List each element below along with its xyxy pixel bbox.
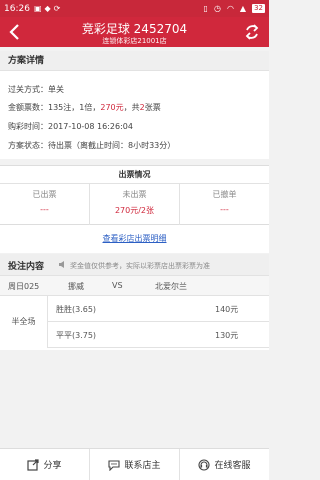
buy-time: 购彩时间：2017-10-08 16:26:04 bbox=[8, 122, 133, 131]
amount-suffix: 张票 bbox=[144, 103, 161, 112]
cancelled-value: --- bbox=[220, 205, 229, 214]
bet-content-card: 投注内容 奖金值仅供参考，实际以彩票店出票彩票为准 周日025 挪威 VS 北爱… bbox=[0, 254, 269, 350]
cancelled-label: 已撤单 bbox=[212, 190, 237, 199]
pending-value: 270元/2张 bbox=[114, 206, 155, 215]
pending-col: 未出票 270元/2张 bbox=[90, 184, 180, 225]
issued-label: 已出票 bbox=[32, 190, 57, 199]
vibrate-icon: ▯ bbox=[203, 4, 208, 13]
share-button[interactable]: 分享 bbox=[0, 449, 90, 480]
bet-line: 胜胜(3.65) 140元 bbox=[48, 296, 269, 322]
online-service-label: 在线客服 bbox=[214, 461, 251, 471]
amount-mid: ，共 bbox=[123, 103, 140, 112]
bet-option: 平平(3.75) bbox=[56, 331, 97, 340]
home-team: 挪威 bbox=[68, 282, 84, 291]
battery-icon: 32 bbox=[252, 4, 265, 13]
bet-amount: 140元 bbox=[215, 305, 239, 314]
issued-value: --- bbox=[40, 205, 49, 214]
shield-icon: ◆ bbox=[44, 4, 51, 13]
away-team: 北爱尔兰 bbox=[155, 282, 187, 291]
share-label: 分享 bbox=[43, 461, 62, 471]
alarm-icon: ◷ bbox=[213, 4, 221, 13]
bet-line: 平平(3.75) 130元 bbox=[48, 322, 269, 348]
amount-line: 金额票数：135注，1倍，270元，共2张票 bbox=[8, 102, 161, 113]
title-bar: 竞彩足球 2452704 连锁体彩店21001店 bbox=[0, 17, 269, 47]
bonus-note: 奖金值仅供参考，实际以彩票店出票彩票为准 bbox=[70, 262, 210, 270]
ticket-detail-link-area: 查看彩店出票明细 bbox=[0, 225, 269, 253]
match-row: 周日025 挪威 VS 北爱尔兰 bbox=[0, 276, 269, 296]
pass-type: 过关方式：单关 bbox=[8, 85, 64, 94]
bottom-action-bar: 分享 联系店主 在线客服 bbox=[0, 448, 269, 480]
ticketing-title: 出票情况 bbox=[0, 166, 269, 184]
ticket-detail-link[interactable]: 查看彩店出票明细 bbox=[103, 234, 167, 243]
status-bar: 16:26 ▣ ◆ ⟳ ▯ ◷ ◠ ▲ 32 bbox=[0, 0, 269, 17]
play-type: 半全场 bbox=[0, 296, 48, 348]
contact-owner-button[interactable]: 联系店主 bbox=[90, 449, 180, 480]
store-name: 连锁体彩店21001店 bbox=[102, 37, 167, 45]
pending-label: 未出票 bbox=[122, 190, 147, 199]
wifi-icon: ◠ bbox=[226, 4, 234, 13]
refresh-icon[interactable] bbox=[243, 23, 261, 41]
match-id: 周日025 bbox=[8, 282, 40, 291]
page-title: 竞彩足球 2452704 bbox=[81, 22, 188, 36]
bet-amount: 130元 bbox=[215, 331, 239, 340]
section-title-detail: 方案详情 bbox=[0, 51, 269, 71]
ticketing-card: 出票情况 已出票 --- 未出票 270元/2张 已撤单 --- bbox=[0, 165, 269, 225]
notification-icon: ▣ bbox=[33, 4, 42, 13]
plan-status: 方案状态：待出票（离截止时间：8小时33分） bbox=[8, 141, 176, 150]
speaker-icon bbox=[59, 261, 64, 268]
bet-option: 胜胜(3.65) bbox=[56, 305, 97, 314]
cancelled-col: 已撤单 --- bbox=[180, 184, 269, 225]
vs-label: VS bbox=[112, 281, 123, 290]
contact-owner-label: 联系店主 bbox=[124, 461, 161, 471]
issued-col: 已出票 --- bbox=[0, 184, 90, 225]
sync-icon: ⟳ bbox=[53, 4, 61, 13]
amount-prefix: 金额票数：135注，1倍， bbox=[8, 103, 101, 112]
status-time: 16:26 bbox=[4, 3, 30, 14]
headset-icon bbox=[198, 458, 211, 471]
amount-value: 270元 bbox=[100, 103, 124, 112]
plan-detail-card: 方案详情 过关方式：单关 金额票数：135注，1倍，270元，共2张票 购彩时间… bbox=[0, 51, 269, 159]
online-service-button[interactable]: 在线客服 bbox=[180, 449, 269, 480]
chat-icon bbox=[108, 459, 121, 471]
share-icon bbox=[27, 458, 40, 471]
signal-icon: ▲ bbox=[239, 4, 247, 13]
bet-section-title: 投注内容 bbox=[8, 262, 45, 272]
